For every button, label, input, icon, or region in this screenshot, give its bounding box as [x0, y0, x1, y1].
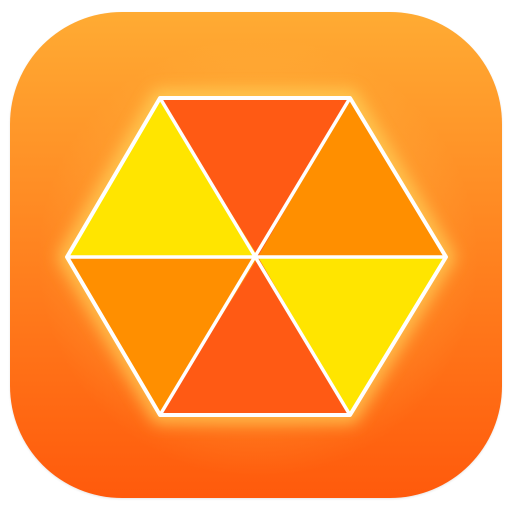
app-icon[interactable] — [10, 12, 502, 498]
icon-canvas — [0, 0, 512, 512]
hexagon-icon — [10, 12, 502, 498]
